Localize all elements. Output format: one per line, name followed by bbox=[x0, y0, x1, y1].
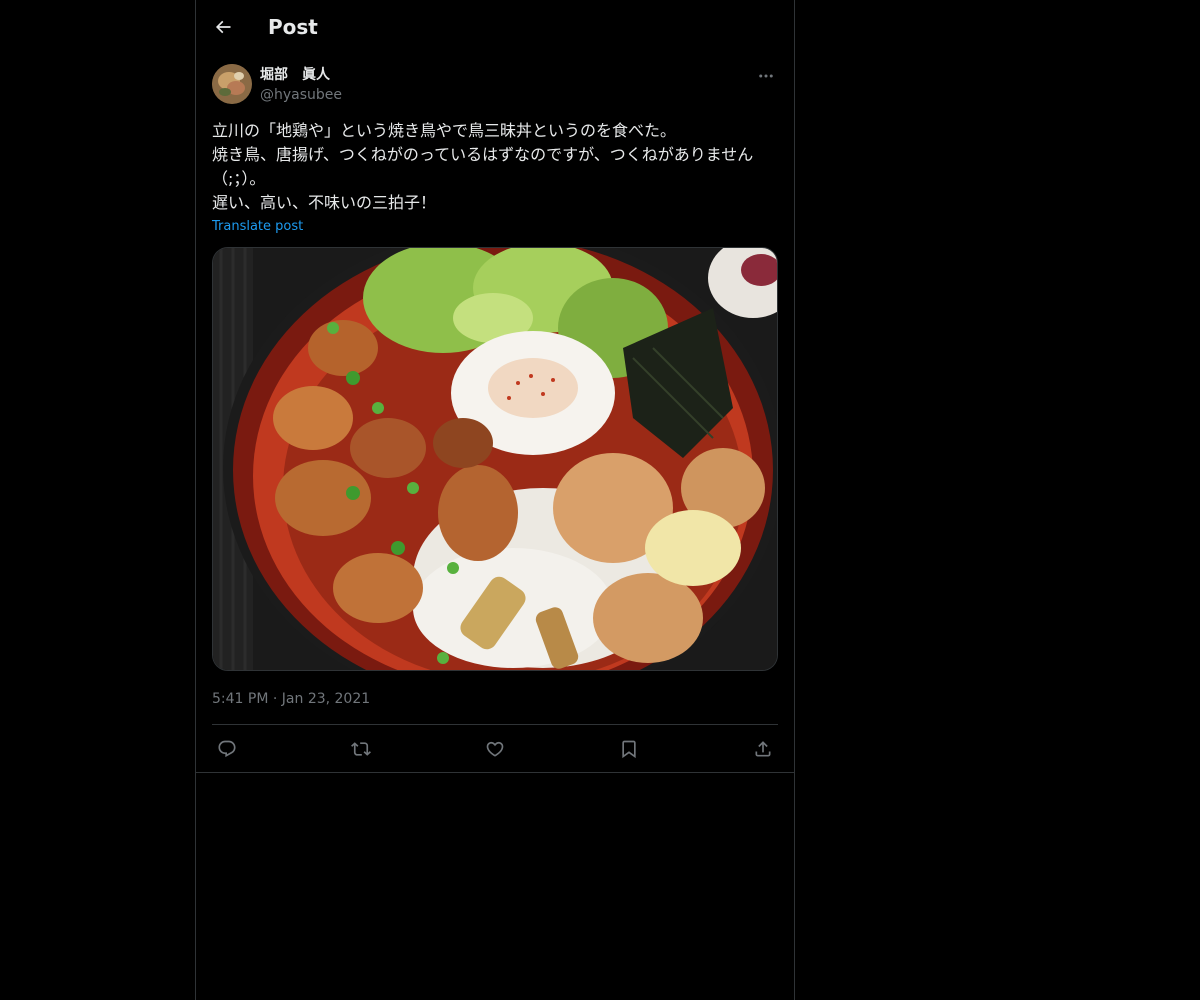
post-date[interactable]: Jan 23, 2021 bbox=[282, 691, 370, 707]
timestamp-separator: · bbox=[272, 691, 278, 707]
repost-button[interactable] bbox=[346, 735, 376, 763]
more-options-button[interactable] bbox=[754, 66, 778, 86]
back-button[interactable] bbox=[208, 12, 238, 42]
post-image[interactable] bbox=[212, 247, 778, 671]
food-photo bbox=[213, 248, 777, 670]
bookmark-icon bbox=[622, 740, 636, 759]
post-text-line-1: 立川の「地鶏や」という焼き鳥やで鳥三昧丼というのを食べた。 bbox=[212, 121, 677, 140]
display-name[interactable]: 堀部 眞人 bbox=[260, 65, 330, 85]
divider-bottom bbox=[196, 772, 794, 773]
repost-icon bbox=[351, 742, 371, 756]
avatar[interactable] bbox=[212, 64, 252, 104]
post-text-line-3: 遅い、高い、不味いの三拍子！ bbox=[212, 193, 437, 212]
post-author: 堀部 眞人 @hyasubee bbox=[212, 64, 778, 108]
post-detail-column: Post 堀部 眞人 @hyasubee 立川の「地鶏や」という焼き鳥やで鳥三昧… bbox=[195, 0, 795, 1000]
share-icon bbox=[755, 741, 771, 757]
translate-post-link[interactable]: Translate post bbox=[212, 218, 303, 236]
post-text: 立川の「地鶏や」という焼き鳥やで鳥三昧丼というのを食べた。 焼き鳥、唐揚げ、つく… bbox=[212, 119, 778, 215]
post-timestamp: 5:41 PM · Jan 23, 2021 bbox=[212, 689, 370, 709]
like-button[interactable] bbox=[480, 735, 510, 763]
reply-button[interactable] bbox=[212, 735, 242, 763]
divider bbox=[212, 724, 778, 725]
post-time[interactable]: 5:41 PM bbox=[212, 691, 268, 707]
page-title: Post bbox=[268, 15, 318, 39]
bookmark-button[interactable] bbox=[614, 735, 644, 763]
post-text-line-2: 焼き鳥、唐揚げ、つくねがのっているはずなのですが、つくねがありません（;；）。 bbox=[212, 145, 754, 188]
heart-icon bbox=[486, 741, 504, 757]
share-button[interactable] bbox=[748, 735, 778, 763]
action-bar bbox=[212, 726, 778, 772]
more-horizontal-icon bbox=[759, 74, 773, 78]
arrow-left-icon bbox=[215, 20, 231, 34]
avatar-image bbox=[212, 64, 252, 104]
user-handle[interactable]: @hyasubee bbox=[260, 85, 342, 105]
top-bar: Post bbox=[196, 0, 794, 53]
reply-icon bbox=[218, 740, 236, 758]
